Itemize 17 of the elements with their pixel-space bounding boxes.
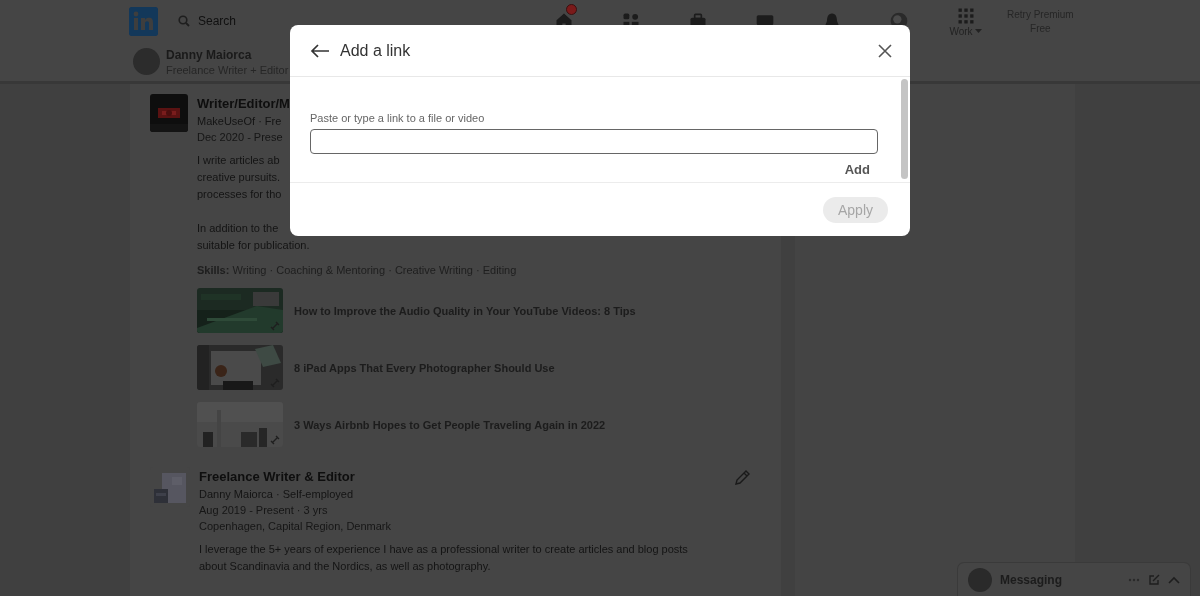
more-icon: [1128, 577, 1140, 582]
link-input-field[interactable]: [310, 129, 878, 154]
compose-icon: [1148, 573, 1160, 586]
chevron-up-icon: [1168, 575, 1180, 584]
back-arrow-icon: [310, 43, 330, 58]
search-icon: [178, 15, 190, 27]
back-button[interactable]: [310, 43, 330, 58]
add-button[interactable]: Add: [844, 162, 870, 177]
dialog-title: Add a link: [340, 41, 412, 60]
scrollbar[interactable]: [901, 79, 908, 179]
close-button[interactable]: [878, 43, 892, 58]
close-icon: [878, 43, 892, 58]
pencil-icon: [733, 469, 751, 487]
field-label: Paste or type a link to a file or video: [310, 112, 486, 124]
job-title: Writer/Editor/M: [197, 96, 290, 111]
profile-avatar: [133, 48, 160, 75]
messaging-avatar: [968, 567, 992, 592]
